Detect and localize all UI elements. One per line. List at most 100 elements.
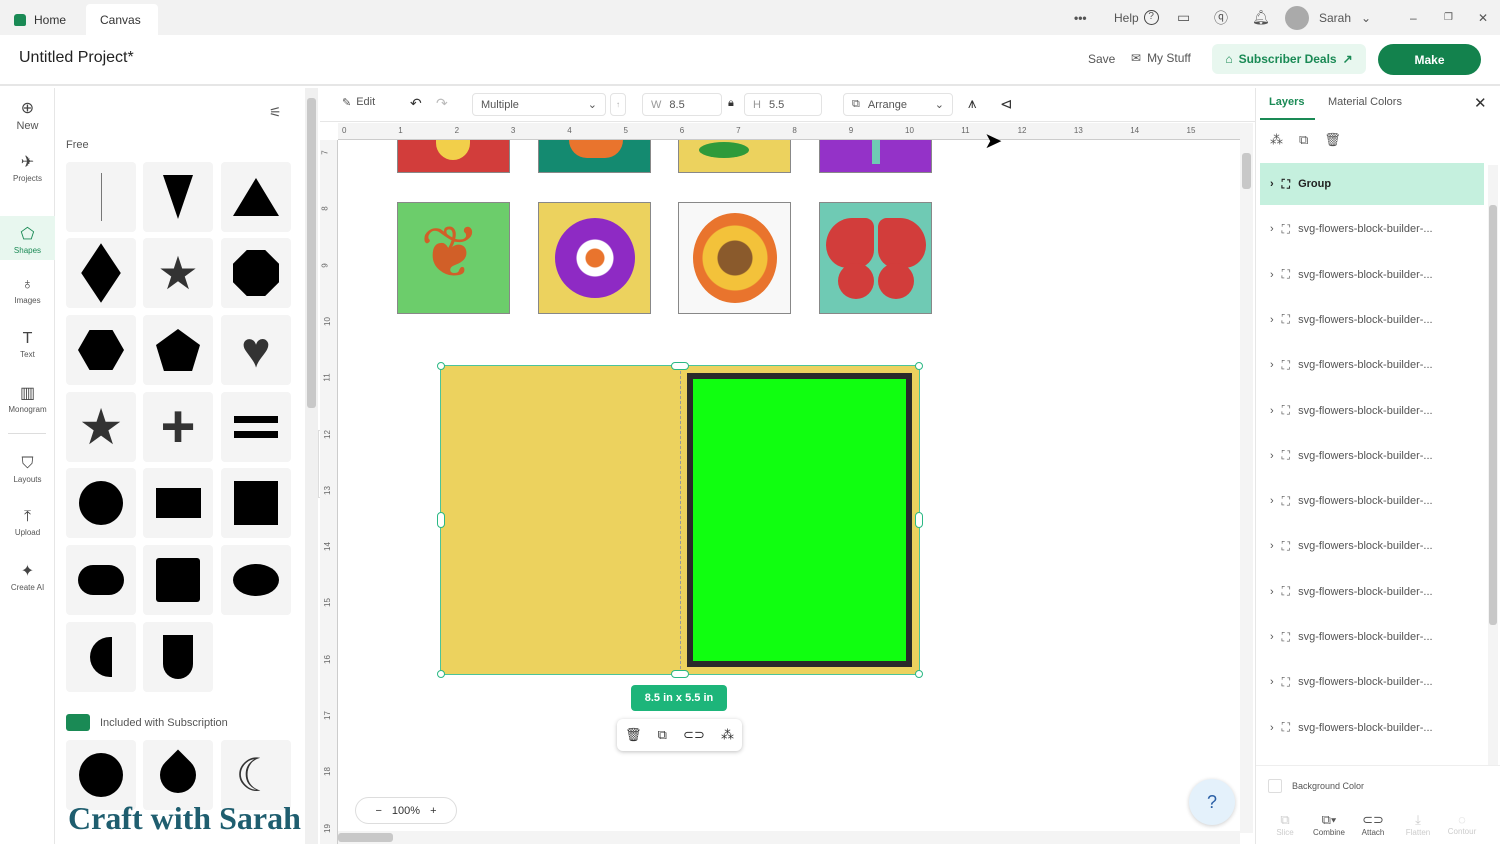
- resize-handle[interactable]: [671, 670, 689, 678]
- chevron-right-icon[interactable]: ›: [1270, 223, 1274, 235]
- background-color-toggle[interactable]: Background Color: [1268, 779, 1364, 793]
- shapes-scrollbar[interactable]: [305, 88, 318, 844]
- shape-octagon[interactable]: [221, 238, 291, 308]
- flip-horizontal-icon[interactable]: ⩚: [968, 95, 976, 112]
- shape-diamond[interactable]: [66, 238, 136, 308]
- chevron-right-icon[interactable]: ›: [1270, 178, 1274, 190]
- resize-handle[interactable]: [671, 362, 689, 370]
- resize-handle[interactable]: [915, 512, 923, 528]
- canvas-scrollbar[interactable]: [1240, 123, 1253, 833]
- zoom-out-button[interactable]: −: [375, 805, 381, 817]
- nav-upload[interactable]: ⤒ Upload: [0, 508, 55, 537]
- nav-shapes[interactable]: ⬠ Shapes: [0, 216, 55, 260]
- upload-operation-icon[interactable]: ↑: [610, 93, 626, 116]
- shape-pentagon[interactable]: [143, 315, 213, 385]
- resize-handle[interactable]: [437, 512, 445, 528]
- project-title[interactable]: Untitled Project*: [19, 49, 134, 67]
- restore-button[interactable]: ❐: [1444, 0, 1453, 35]
- chevron-right-icon[interactable]: ›: [1270, 269, 1274, 281]
- help-button[interactable]: Help?: [1114, 0, 1159, 35]
- save-button[interactable]: Save: [1088, 52, 1115, 66]
- redo-button[interactable]: ↷: [436, 95, 448, 112]
- shape-star[interactable]: ★: [143, 238, 213, 308]
- make-button[interactable]: Make: [1378, 44, 1481, 75]
- shape-circle[interactable]: [66, 468, 136, 538]
- resize-handle[interactable]: [437, 670, 445, 678]
- minimize-button[interactable]: –: [1410, 0, 1417, 35]
- nav-new[interactable]: ⊕ New: [0, 98, 55, 132]
- flip-vertical-icon[interactable]: ⊲: [1000, 95, 1013, 113]
- image-tile-purple[interactable]: [819, 140, 932, 173]
- duplicate-icon[interactable]: ⧉: [1299, 132, 1308, 148]
- shape-shield[interactable]: [143, 622, 213, 692]
- layer-item[interactable]: › ⛶ svg-flowers-block-builder-...: [1260, 661, 1484, 703]
- shape-square[interactable]: [221, 468, 291, 538]
- shape-rounded-square[interactable]: [143, 545, 213, 615]
- chevron-right-icon[interactable]: ›: [1270, 450, 1274, 462]
- nav-text[interactable]: T Text: [0, 330, 55, 359]
- width-input[interactable]: W 8.5: [642, 93, 722, 116]
- image-tile-maple-leaf[interactable]: ❦: [397, 202, 510, 314]
- layer-item[interactable]: › ⛶ svg-flowers-block-builder-...: [1260, 571, 1484, 613]
- card-group[interactable]: [441, 366, 919, 674]
- operation-select[interactable]: Multiple ⌄: [472, 93, 606, 116]
- shape-triangle[interactable]: [221, 162, 291, 232]
- contour-button[interactable]: ◌ Contour: [1442, 812, 1482, 836]
- attach-button[interactable]: ⊂⊃ Attach: [1353, 812, 1393, 837]
- nav-monogram[interactable]: ▥ Monogram: [0, 383, 55, 414]
- layers-scrollbar[interactable]: [1488, 165, 1498, 765]
- nav-create-ai[interactable]: ✦ Create AI: [0, 561, 55, 592]
- nav-images[interactable]: ♁ Images: [0, 276, 55, 305]
- tab-material-colors[interactable]: Material Colors: [1328, 96, 1402, 108]
- lock-icon[interactable]: 🔒︎: [728, 97, 734, 110]
- layer-item[interactable]: › ⛶ svg-flowers-block-builder-...: [1260, 616, 1484, 658]
- chevron-right-icon[interactable]: ›: [1270, 405, 1274, 417]
- image-tile-sunflower[interactable]: [678, 202, 791, 314]
- chevron-right-icon[interactable]: ›: [1270, 359, 1274, 371]
- layer-item[interactable]: › ⛶ svg-flowers-block-builder-...: [1260, 390, 1484, 432]
- close-window-button[interactable]: ✕: [1478, 0, 1488, 35]
- shape-triangle-down[interactable]: [143, 162, 213, 232]
- image-tile-red[interactable]: [397, 140, 510, 173]
- shape-rectangle[interactable]: [143, 468, 213, 538]
- resize-handle[interactable]: [915, 362, 923, 370]
- chevron-right-icon[interactable]: ›: [1270, 586, 1274, 598]
- canvas-hscrollbar[interactable]: [338, 831, 1240, 844]
- layer-item[interactable]: › ⛶ svg-flowers-block-builder-...: [1260, 707, 1484, 749]
- support-icon[interactable]: ⓠ: [1214, 0, 1228, 35]
- height-input[interactable]: H 5.5: [744, 93, 822, 116]
- slice-button[interactable]: ⧉ Slice: [1265, 812, 1305, 837]
- chevron-right-icon[interactable]: ›: [1270, 631, 1274, 643]
- tab-canvas[interactable]: Canvas: [86, 4, 158, 35]
- bell-icon[interactable]: 🔔︎: [1252, 0, 1270, 35]
- tab-layers[interactable]: Layers: [1269, 96, 1304, 108]
- user-menu[interactable]: Sarah ⌄: [1285, 0, 1371, 35]
- nav-layouts[interactable]: ⛉ Layouts: [0, 455, 55, 484]
- chevron-right-icon[interactable]: ›: [1270, 314, 1274, 326]
- trash-icon[interactable]: 🗑︎: [625, 727, 642, 743]
- nav-projects[interactable]: ✈ Projects: [0, 152, 55, 183]
- ungroup-icon[interactable]: ⁂: [721, 727, 734, 743]
- image-tile-teal[interactable]: [538, 140, 651, 173]
- close-panel-icon[interactable]: ✕: [1474, 94, 1487, 112]
- image-tile-purple-flower[interactable]: [538, 202, 651, 314]
- layer-item[interactable]: › ⛶ svg-flowers-block-builder-...: [1260, 299, 1484, 341]
- layer-item[interactable]: › ⛶ svg-flowers-block-builder-...: [1260, 344, 1484, 386]
- help-chat-button[interactable]: ?: [1189, 779, 1235, 825]
- layer-item[interactable]: › ⛶ svg-flowers-block-builder-...: [1260, 254, 1484, 296]
- shape-plus[interactable]: +: [143, 392, 213, 462]
- shape-equals[interactable]: [221, 392, 291, 462]
- layer-item[interactable]: › ⛶ svg-flowers-block-builder-...: [1260, 525, 1484, 567]
- chevron-right-icon[interactable]: ›: [1270, 540, 1274, 552]
- shape-half-circle[interactable]: [66, 622, 136, 692]
- green-panel[interactable]: [687, 373, 912, 667]
- layer-item[interactable]: › ⛶ svg-flowers-block-builder-...: [1260, 208, 1484, 250]
- zoom-in-button[interactable]: +: [430, 805, 436, 817]
- image-tile-butterfly[interactable]: [819, 202, 932, 314]
- checkbox[interactable]: [1268, 779, 1282, 793]
- machine-icon[interactable]: ▭: [1177, 0, 1190, 35]
- shape-hexagon[interactable]: [66, 315, 136, 385]
- resize-handle[interactable]: [915, 670, 923, 678]
- my-stuff-button[interactable]: ✉ My Stuff: [1131, 51, 1191, 65]
- layer-item[interactable]: › ⛶ svg-flowers-block-builder-...: [1260, 480, 1484, 522]
